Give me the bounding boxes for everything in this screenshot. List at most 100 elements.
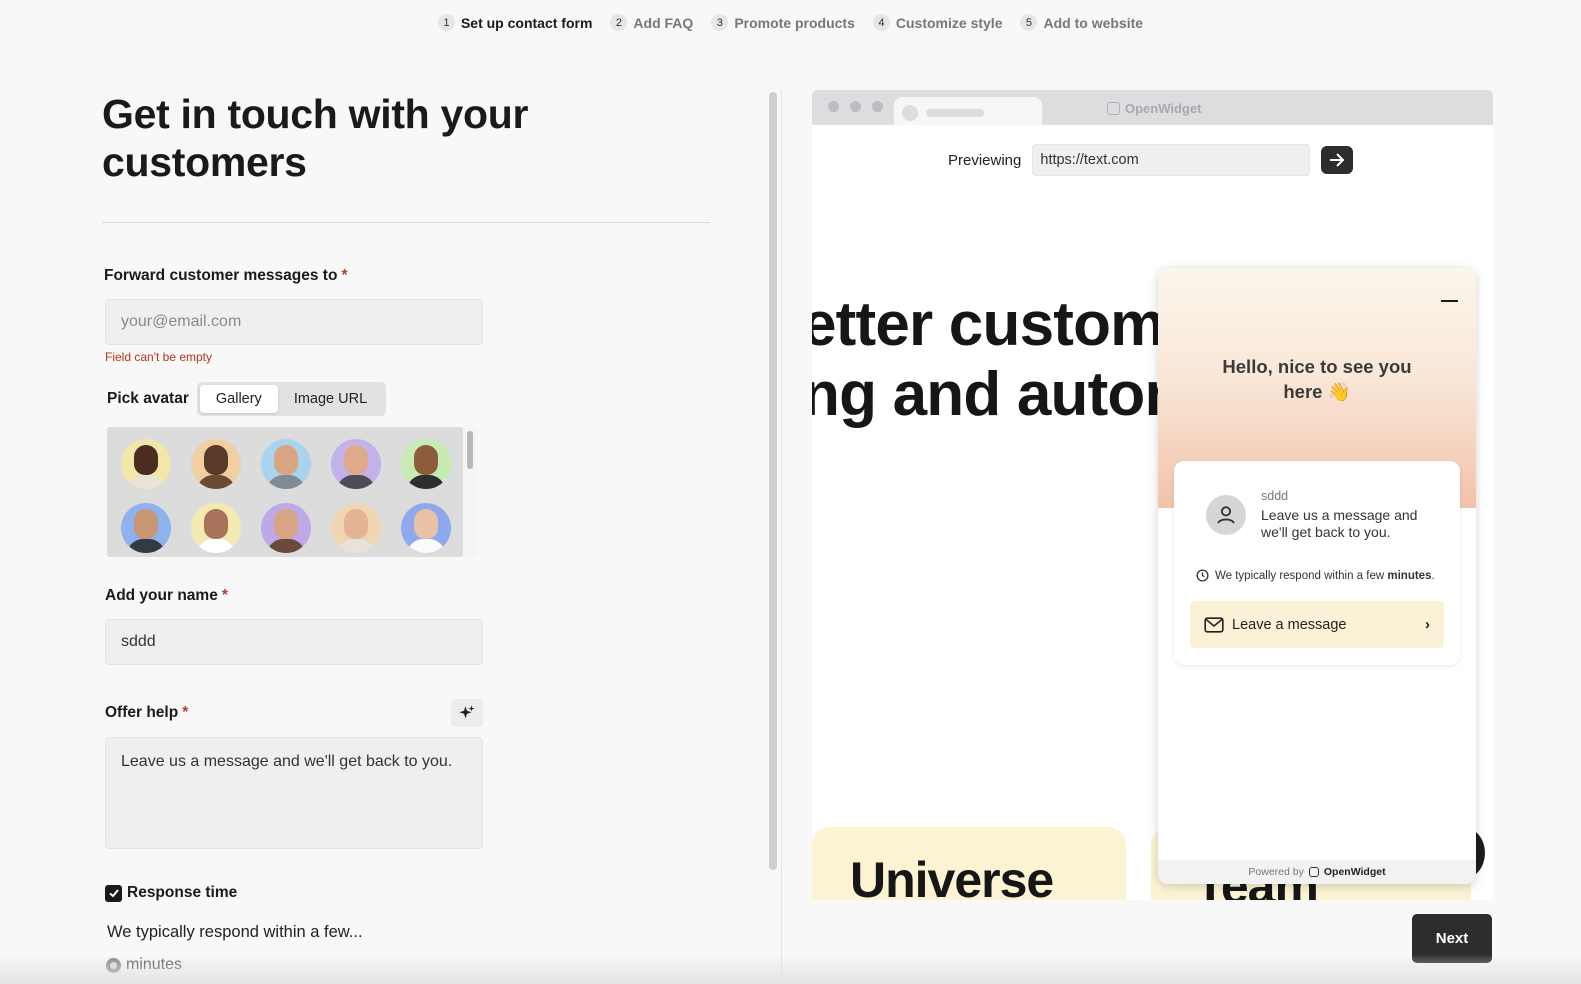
avatar-gallery — [107, 427, 463, 557]
response-time-toggle[interactable]: Response time — [105, 884, 712, 902]
preview-url-input[interactable] — [1032, 144, 1311, 176]
agent-name: sddd — [1261, 489, 1289, 503]
tab-title-placeholder — [926, 109, 984, 117]
preview-go-button[interactable] — [1321, 146, 1354, 174]
avatar-option[interactable] — [261, 439, 311, 489]
step-label: Set up contact form — [460, 14, 593, 31]
gallery-scrollbar[interactable] — [463, 427, 477, 557]
name-field[interactable] — [105, 619, 483, 665]
avatar-face — [134, 509, 158, 539]
avatar-shoulders — [197, 539, 235, 553]
avatar-option[interactable] — [191, 439, 241, 489]
widget-greeting: Hello, nice to see you here 👋 — [1222, 356, 1412, 402]
avatar-shoulders — [197, 475, 235, 489]
offer-header: Offer help * — [102, 699, 483, 727]
response-prefix: We typically respond within a few — [1215, 569, 1385, 582]
offer-help-textarea[interactable]: Leave us a message and we'll get back to… — [105, 737, 483, 849]
stepper: 1 Set up contact form 2 Add FAQ 3 Promote p… — [0, 14, 1581, 31]
chevron-right-icon: › — [1425, 616, 1430, 633]
preview-card-universe: Universe — [812, 827, 1126, 900]
ai-generate-button[interactable] — [451, 699, 483, 727]
avatar-gallery-wrap — [107, 427, 477, 557]
step-number: 1 — [437, 14, 455, 31]
avatar-option[interactable] — [331, 439, 381, 489]
page-title: Get in touch with your customers — [102, 91, 529, 185]
chrome-brand-text: OpenWidget — [1125, 101, 1202, 116]
step-number: 3 — [711, 14, 729, 31]
response-time-note: We typically respond within a few minute… — [1196, 569, 1435, 582]
response-time-text: We typically respond within a few minute… — [1215, 570, 1435, 582]
avatar-face — [134, 445, 158, 475]
window-dot — [850, 101, 861, 112]
tab-gallery[interactable]: Gallery — [199, 385, 278, 413]
leave-message-button[interactable]: Leave a message › — [1190, 601, 1444, 648]
name-label: Add your name * — [105, 587, 712, 605]
response-unit: minutes — [1387, 569, 1432, 582]
avatar-shoulders — [127, 539, 165, 553]
forward-section: Forward customer messages to* Field can'… — [102, 267, 712, 364]
avatar-option[interactable] — [121, 503, 171, 553]
minutes-label: minutes — [126, 956, 183, 973]
powered-brand: OpenWidget — [1323, 866, 1386, 878]
tab-image-url[interactable]: Image URL — [278, 385, 383, 413]
divider — [102, 222, 710, 223]
response-time-description: We typically respond within a few... — [107, 923, 363, 941]
step-add-to-website[interactable]: 5 Add to website — [1020, 14, 1143, 31]
checkmark-icon — [108, 889, 119, 898]
avatar-option[interactable] — [121, 439, 171, 489]
avatar-face — [414, 509, 438, 539]
user-icon — [1217, 506, 1235, 524]
response-suffix: . — [1431, 569, 1435, 582]
name-section: Add your name * — [102, 587, 712, 665]
step-label: Add FAQ — [633, 14, 694, 31]
avatar-option[interactable] — [401, 503, 451, 553]
avatar-option[interactable] — [331, 503, 381, 553]
required-marker: * — [221, 587, 228, 604]
browser-tab — [894, 97, 1042, 125]
avatar-face — [414, 445, 438, 475]
step-promote-products[interactable]: 3 Promote products — [711, 14, 855, 31]
avatar-shoulders — [337, 539, 375, 553]
step-number: 5 — [1020, 14, 1038, 31]
window-dot — [872, 101, 883, 112]
minutes-radio[interactable] — [106, 957, 121, 973]
response-minutes-option[interactable]: minutes — [106, 956, 712, 974]
email-field[interactable] — [105, 299, 483, 345]
window-dot — [828, 101, 839, 112]
step-set-up-contact-form[interactable]: 1 Set up contact form — [437, 14, 593, 31]
avatar-option[interactable] — [401, 439, 451, 489]
gallery-scroll-thumb[interactable] — [467, 431, 473, 469]
previewing-label: Previewing — [948, 151, 1022, 169]
step-number: 2 — [610, 14, 628, 31]
step-number: 4 — [872, 14, 890, 31]
step-label: Add to website — [1043, 14, 1144, 31]
next-button[interactable]: Next — [1412, 914, 1492, 963]
avatar-face — [344, 509, 368, 539]
avatar-label: Pick avatar — [107, 390, 189, 407]
leave-message-label: Leave a message — [1232, 616, 1347, 633]
offer-label: Offer help * — [105, 704, 188, 722]
agent-message: Leave us a message and we'll get back to… — [1261, 507, 1418, 540]
response-time-checkbox[interactable] — [105, 884, 122, 902]
step-add-faq[interactable]: 2 Add FAQ — [610, 14, 693, 31]
contact-form-panel: Get in touch with your customers Forward… — [102, 90, 712, 974]
avatar-shoulders — [267, 475, 305, 489]
minimize-icon[interactable] — [1441, 300, 1458, 302]
step-customize-style[interactable]: 4 Customize style — [872, 14, 1003, 31]
widget-message-card: sddd Leave us a message and we'll get ba… — [1174, 461, 1460, 665]
avatar-option[interactable] — [191, 503, 241, 553]
forward-label-text: Forward customer messages to — [104, 267, 338, 284]
powered-by-footer[interactable]: Powered by OpenWidget — [1158, 860, 1476, 884]
avatar-shoulders — [337, 475, 375, 489]
step-label: Customize style — [895, 14, 1003, 31]
browser-chrome: OpenWidget — [812, 90, 1493, 125]
avatar-face — [204, 509, 228, 539]
panel-scrollbar[interactable] — [769, 92, 777, 870]
avatar-option[interactable] — [261, 503, 311, 553]
chat-widget: Hello, nice to see you here 👋 sddd Leave… — [1158, 268, 1476, 884]
email-error: Field can't be empty — [105, 350, 213, 364]
response-time-label: Response time — [127, 884, 238, 901]
offer-label-text: Offer help — [105, 704, 179, 721]
forward-label: Forward customer messages to * — [104, 267, 712, 285]
avatar-picker: Pick avatar Gallery Image URL — [104, 382, 712, 416]
